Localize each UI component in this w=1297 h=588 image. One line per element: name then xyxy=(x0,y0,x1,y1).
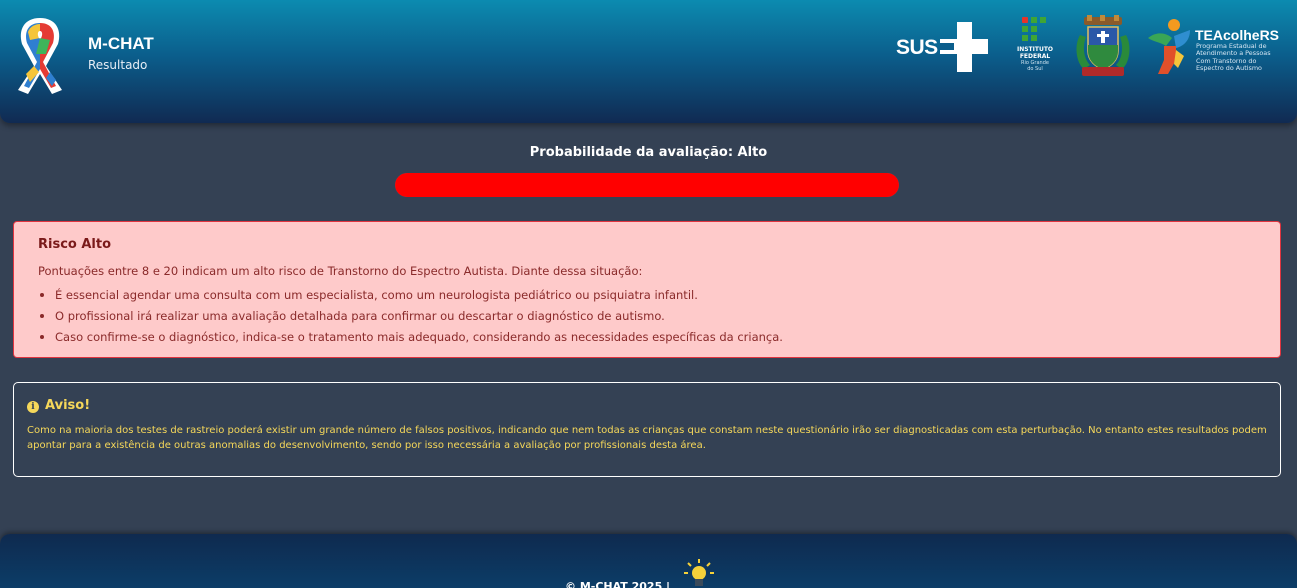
sus-logo: SUS xyxy=(896,22,988,72)
teacolhers-figure-icon xyxy=(1148,19,1190,74)
teacolhers-title: TEAcolheRS xyxy=(1195,27,1280,43)
probability-bar xyxy=(395,173,899,197)
risk-recommendations-list: É essencial agendar uma consulta com um … xyxy=(38,288,783,351)
app-footer: © M-CHAT 2025 | xyxy=(0,534,1297,588)
app-subtitle: Resultado xyxy=(88,58,148,72)
warning-box: i Aviso! Como na maioria dos testes de r… xyxy=(13,382,1281,477)
list-item: É essencial agendar uma consulta com um … xyxy=(38,288,783,309)
risk-alert-box: Risco Alto Pontuações entre 8 e 20 indic… xyxy=(13,221,1281,358)
app-header: M-CHAT Resultado SUS INSTITUTO FEDERAL R… xyxy=(0,0,1297,123)
if-line-2: FEDERAL xyxy=(1019,53,1051,60)
warning-title: Aviso! xyxy=(45,398,91,413)
sus-cross-icon xyxy=(940,22,988,72)
instituto-federal-logo: INSTITUTO FEDERAL Rio Grande do Sul xyxy=(1014,17,1056,77)
probability-bar-fill xyxy=(395,173,899,197)
if-line-1: INSTITUTO xyxy=(1016,46,1054,53)
sus-logo-text: SUS xyxy=(896,36,938,59)
lightbulb-icon xyxy=(684,559,714,586)
info-icon: i xyxy=(27,401,39,413)
teacolhers-subtitle: Programa Estadual de Atendimento a Pesso… xyxy=(1196,42,1292,73)
instituto-federal-grid-icon xyxy=(1022,17,1046,41)
risk-intro: Pontuações entre 8 e 20 indicam um alto … xyxy=(38,264,643,278)
footer-copyright: © M-CHAT 2025 | xyxy=(565,580,671,588)
risk-title: Risco Alto xyxy=(38,237,112,252)
app-title: M-CHAT xyxy=(88,34,154,53)
autism-ribbon-logo-icon[interactable] xyxy=(6,10,74,96)
municipal-crest-icon xyxy=(1076,15,1130,76)
if-line-4: do Sul xyxy=(1027,66,1043,72)
probability-label: Probabilidade da avaliação: Alto xyxy=(529,145,768,160)
list-item: O profissional irá realizar uma avaliaçã… xyxy=(38,309,783,330)
warning-text: Como na maioria dos testes de rastreio p… xyxy=(27,425,1267,451)
list-item: Caso confirme-se o diagnóstico, indica-s… xyxy=(38,330,783,351)
teacolhers-subtitle-line: Espectro do Autismo xyxy=(1196,64,1262,73)
